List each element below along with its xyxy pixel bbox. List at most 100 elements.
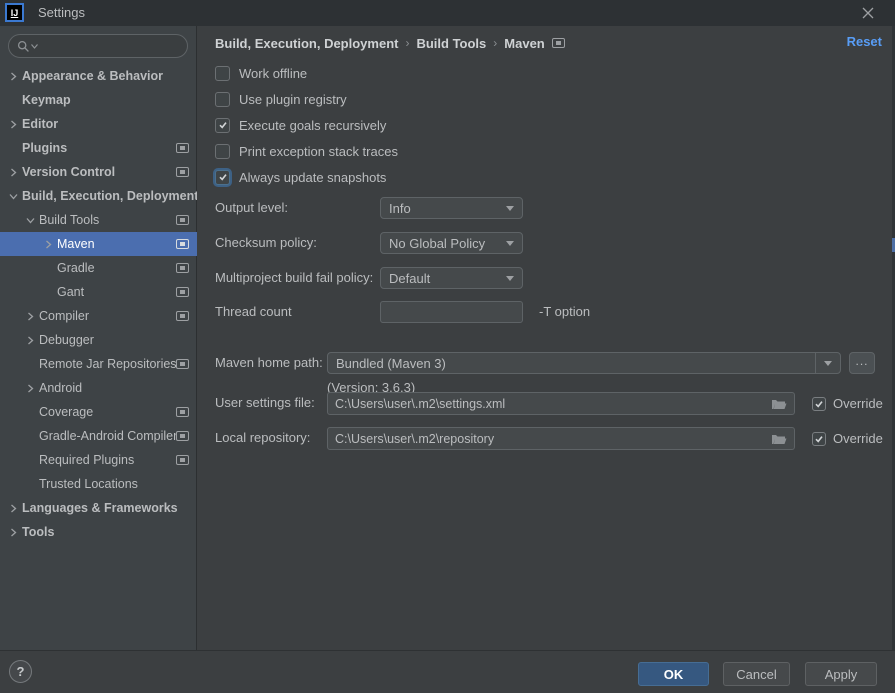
sidebar-item-build-tools[interactable]: Build Tools — [0, 208, 197, 232]
sidebar-item-plugins[interactable]: Plugins — [0, 136, 197, 160]
local-repo-field[interactable]: C:\Users\user\.m2\repository — [327, 427, 795, 450]
sidebar-item-label: Tools — [22, 525, 54, 539]
folder-open-icon[interactable] — [771, 433, 787, 445]
cancel-button[interactable]: Cancel — [723, 662, 790, 686]
checksum-policy-select[interactable]: No Global Policy — [380, 232, 523, 254]
maven-home-browse-button[interactable]: ... — [849, 352, 875, 374]
sidebar-item-keymap[interactable]: Keymap — [0, 88, 197, 112]
sidebar-item-label: Gradle-Android Compiler — [39, 429, 176, 443]
sidebar-item-gradle-android-compiler[interactable]: Gradle-Android Compiler — [0, 424, 197, 448]
sidebar-item-gant[interactable]: Gant — [0, 280, 197, 304]
unchecked-checkbox[interactable] — [215, 66, 230, 81]
breadcrumb-item-build-execution-deployment[interactable]: Build, Execution, Deployment — [215, 36, 398, 51]
user-settings-field[interactable]: C:\Users\user\.m2\settings.xml — [327, 392, 795, 415]
settings-search[interactable] — [8, 34, 188, 58]
sidebar-item-compiler[interactable]: Compiler — [0, 304, 197, 328]
folder-open-icon[interactable] — [771, 398, 787, 410]
reset-link[interactable]: Reset — [847, 34, 882, 49]
sidebar-item-maven[interactable]: Maven — [0, 232, 197, 256]
override-checkbox[interactable] — [812, 432, 826, 446]
breadcrumb: Build, Execution, Deployment › Build Tools… — [215, 32, 565, 54]
sidebar-item-appearance-behavior[interactable]: Appearance & Behavior — [0, 64, 197, 88]
chevron-down-icon — [23, 216, 37, 225]
thread-count-label: Thread count — [215, 301, 292, 323]
screen-icon — [176, 239, 189, 249]
sidebar-item-label: Maven — [57, 237, 95, 251]
chevron-right-icon — [6, 504, 20, 513]
maven-home-dropdown-button[interactable] — [815, 353, 840, 373]
maven-home-select[interactable]: Bundled (Maven 3) — [327, 352, 841, 374]
sidebar-item-label: Required Plugins — [39, 453, 134, 467]
search-icon — [17, 40, 30, 53]
user-settings-override[interactable]: Override — [812, 392, 883, 415]
checkbox-row-always-update-snapshots[interactable]: Always update snapshots — [215, 166, 386, 188]
user-settings-path: C:\Users\user\.m2\settings.xml — [335, 397, 505, 411]
chevron-right-icon — [6, 72, 20, 81]
thread-count-input[interactable] — [380, 301, 523, 323]
sidebar-item-label: Build, Execution, Deployment — [22, 189, 197, 203]
sidebar-item-tools[interactable]: Tools — [0, 520, 197, 544]
sidebar-item-label: Version Control — [22, 165, 115, 179]
unchecked-checkbox[interactable] — [215, 92, 230, 107]
apply-button[interactable]: Apply — [805, 662, 877, 686]
output-level-label: Output level: — [215, 197, 288, 219]
screen-icon — [552, 38, 565, 48]
sidebar-item-editor[interactable]: Editor — [0, 112, 197, 136]
sidebar-item-label: Debugger — [39, 333, 94, 347]
chevron-right-icon — [23, 312, 37, 321]
sidebar-item-label: Languages & Frameworks — [22, 501, 178, 515]
sidebar-item-label: Gant — [57, 285, 84, 299]
unchecked-checkbox[interactable] — [215, 144, 230, 159]
multiproject-policy-select[interactable]: Default — [380, 267, 523, 289]
chevron-down-icon — [506, 206, 514, 211]
maven-settings-panel: Build, Execution, Deployment › Build Tools… — [198, 26, 895, 650]
sidebar-item-trusted-locations[interactable]: Trusted Locations — [0, 472, 197, 496]
local-repo-override[interactable]: Override — [812, 427, 883, 450]
checkbox-row-print-exception-stack-traces[interactable]: Print exception stack traces — [215, 140, 398, 162]
checksum-policy-value: No Global Policy — [389, 236, 485, 251]
sidebar-item-debugger[interactable]: Debugger — [0, 328, 197, 352]
sidebar-item-required-plugins[interactable]: Required Plugins — [0, 448, 197, 472]
search-input[interactable] — [42, 39, 162, 53]
local-repo-path: C:\Users\user\.m2\repository — [335, 432, 494, 446]
screen-icon — [176, 431, 189, 441]
screen-icon — [176, 287, 189, 297]
ok-button[interactable]: OK — [638, 662, 709, 686]
sidebar-item-label: Plugins — [22, 141, 67, 155]
chevron-right-icon — [6, 528, 20, 537]
checked-checkbox[interactable] — [215, 118, 230, 133]
chevron-right-icon — [23, 384, 37, 393]
help-button[interactable]: ? — [9, 660, 32, 683]
sidebar-item-remote-jar-repositories[interactable]: Remote Jar Repositories — [0, 352, 197, 376]
chevron-right-icon — [6, 120, 20, 129]
override-checkbox[interactable] — [812, 397, 826, 411]
screen-icon — [176, 263, 189, 273]
user-settings-label: User settings file: — [215, 392, 315, 414]
output-level-value: Info — [389, 201, 411, 216]
chevron-down-icon — [506, 276, 514, 281]
chevron-right-icon — [23, 336, 37, 345]
sidebar-item-android[interactable]: Android — [0, 376, 197, 400]
multiproject-policy-label: Multiproject build fail policy: — [215, 267, 373, 289]
sidebar-item-gradle[interactable]: Gradle — [0, 256, 197, 280]
chevron-down-icon — [6, 192, 20, 201]
screen-icon — [176, 311, 189, 321]
checkbox-row-work-offline[interactable]: Work offline — [215, 62, 307, 84]
checkbox-row-execute-goals-recursively[interactable]: Execute goals recursively — [215, 114, 386, 136]
sidebar-item-languages-frameworks[interactable]: Languages & Frameworks — [0, 496, 197, 520]
close-icon[interactable] — [859, 4, 877, 22]
checked-checkbox[interactable] — [215, 170, 230, 185]
checkbox-row-use-plugin-registry[interactable]: Use plugin registry — [215, 88, 347, 110]
checkbox-label: Execute goals recursively — [239, 118, 386, 133]
sidebar-item-version-control[interactable]: Version Control — [0, 160, 197, 184]
output-level-select[interactable]: Info — [380, 197, 523, 219]
breadcrumb-item-maven[interactable]: Maven — [504, 36, 544, 51]
sidebar-item-label: Keymap — [22, 93, 71, 107]
chevron-down-icon — [824, 361, 832, 366]
breadcrumb-item-build-tools[interactable]: Build Tools — [416, 36, 486, 51]
breadcrumb-separator: › — [405, 36, 409, 50]
sidebar-item-build-execution-deployment[interactable]: Build, Execution, Deployment — [0, 184, 197, 208]
checksum-policy-label: Checksum policy: — [215, 232, 317, 254]
sidebar-item-coverage[interactable]: Coverage — [0, 400, 197, 424]
window-title: Settings — [38, 0, 85, 26]
